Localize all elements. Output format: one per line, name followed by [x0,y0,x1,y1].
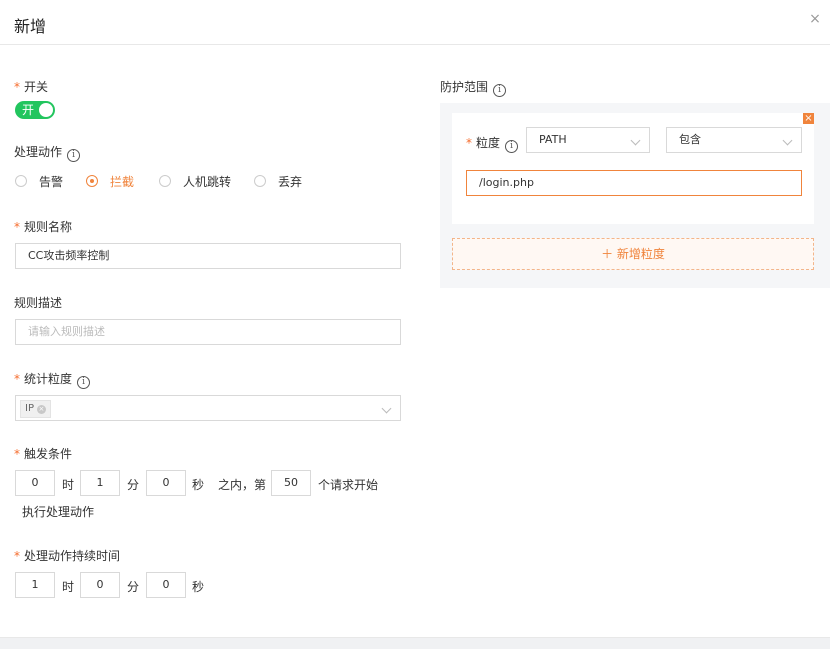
trigger-seconds-input[interactable]: 0 [146,470,186,496]
required-mark: * [14,549,20,563]
trigger-label-text: 触发条件 [24,447,73,461]
item-type-select[interactable]: PATH [526,127,650,153]
minute-unit: 分 [127,580,140,594]
scope-label: 防护范围 i [440,78,507,97]
switch-label-text: 开关 [24,80,49,94]
info-icon[interactable]: i [505,140,519,153]
required-mark: * [466,136,472,150]
hour-unit: 时 [62,478,75,492]
rule-name-label: * 规则名称 [14,218,72,235]
item-op-value: 包含 [679,133,701,146]
item-granularity-label: * 粒度 i [466,134,519,153]
item-type-value: PATH [539,133,567,146]
granularity-tag-text: IP [25,403,34,414]
duration-label-text: 处理动作持续时间 [24,549,121,563]
dialog-header [0,0,830,45]
radio-block-label: 拦截 [110,175,135,189]
radio-block[interactable]: 拦截 [86,173,134,190]
granularity-select[interactable]: IP × [15,395,401,421]
trigger-hours-input[interactable]: 0 [15,470,55,496]
action-label: 处理动作 i [14,143,81,162]
item-op-select[interactable]: 包含 [666,127,802,153]
required-mark: * [14,447,20,461]
trigger-count-input[interactable]: 50 [271,470,311,496]
rule-desc-input[interactable]: 请输入规则描述 [15,319,401,345]
enable-switch[interactable]: 开 [15,101,55,119]
remove-item-icon[interactable]: × [803,113,814,124]
dialog-title: 新增 [14,17,47,36]
radio-circle [15,175,27,187]
hour-unit: 时 [62,580,75,594]
second-unit: 秒 [192,478,205,492]
duration-label: * 处理动作持续时间 [14,547,120,564]
trigger-minutes-input[interactable]: 1 [80,470,120,496]
second-unit: 秒 [192,580,205,594]
duration-minutes-input[interactable]: 0 [80,572,120,598]
minute-unit: 分 [127,478,140,492]
required-mark: * [14,220,20,234]
item-granularity-label-text: 粒度 [476,136,501,150]
info-icon[interactable]: i [493,84,507,97]
required-mark: * [14,372,20,386]
switch-label: * 开关 [14,78,48,95]
tail-text: 个请求开始 [318,478,379,492]
radio-drop-label: 丢弃 [278,175,303,189]
dialog-footer [0,637,830,649]
radio-alert[interactable]: 告警 [15,173,63,190]
chevron-down-icon [381,403,392,414]
info-icon[interactable]: i [67,149,81,162]
radio-captcha-label: 人机跳转 [183,175,232,189]
trigger-second-line: 执行处理动作 [22,505,95,519]
granularity-tag: IP × [20,400,51,418]
chevron-down-icon [630,135,641,146]
switch-knob [39,103,53,117]
rule-name-label-text: 规则名称 [24,220,73,234]
duration-hours-input[interactable]: 1 [15,572,55,598]
chevron-down-icon [782,135,793,146]
radio-alert-label: 告警 [39,175,64,189]
close-icon[interactable]: × [808,12,822,26]
action-label-text: 处理动作 [14,145,63,159]
within-text: 之内，第 [218,478,267,492]
rule-desc-label: 规则描述 [14,296,63,310]
info-icon[interactable]: i [77,376,91,389]
granularity-label: * 统计粒度 i [14,370,91,389]
required-mark: * [14,80,20,94]
radio-captcha[interactable]: 人机跳转 [159,173,231,190]
granularity-label-text: 统计粒度 [24,372,73,386]
radio-circle [254,175,266,187]
radio-circle-selected [86,175,98,187]
add-granularity-button[interactable]: ＋ 新增粒度 [452,238,814,270]
radio-circle [159,175,171,187]
item-path-input[interactable]: /login.php [466,170,802,196]
rule-name-input[interactable]: CC攻击频率控制 [15,243,401,269]
tag-remove-icon[interactable]: × [36,405,46,414]
switch-state-text: 开 [22,103,35,117]
scope-label-text: 防护范围 [440,80,489,94]
duration-seconds-input[interactable]: 0 [146,572,186,598]
trigger-label: * 触发条件 [14,445,72,462]
radio-drop[interactable]: 丢弃 [254,173,302,190]
